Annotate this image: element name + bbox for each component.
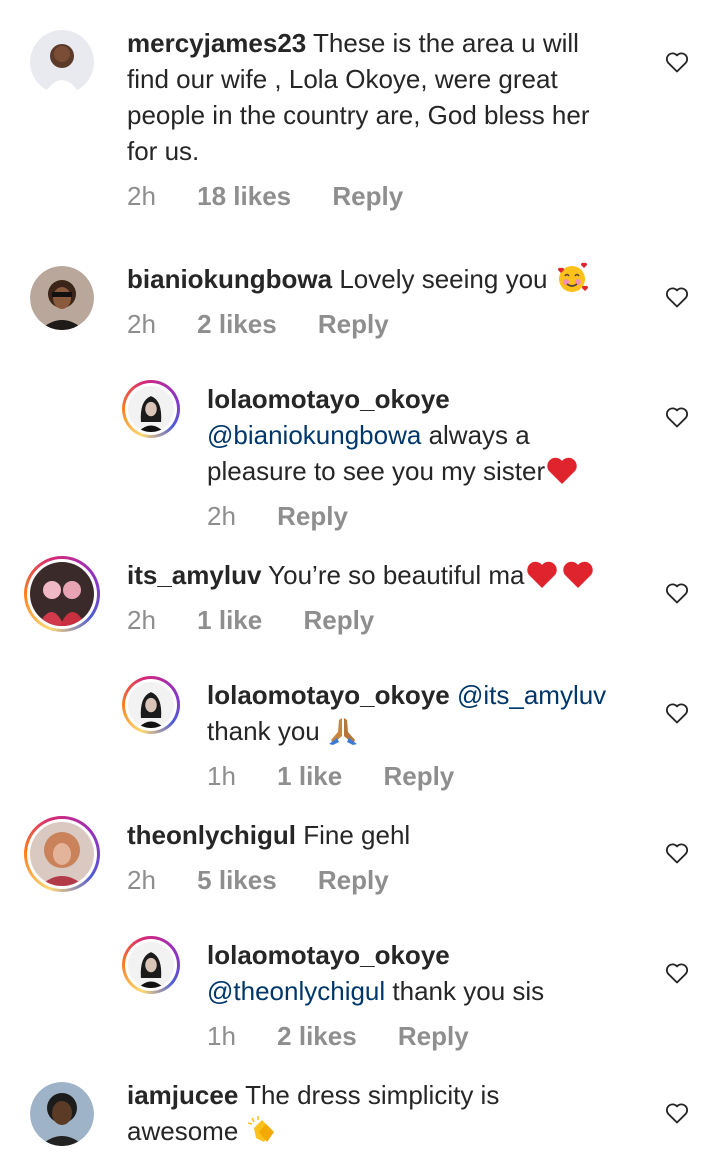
- comment-text: thank you: [207, 716, 320, 746]
- comment-body: theonlychigul Fine gehl: [127, 817, 647, 853]
- comment-likes[interactable]: 18 likes: [197, 181, 291, 211]
- comment-body: its_amyluv You’re so beautiful ma: [127, 557, 647, 599]
- comment-username[interactable]: iamjucee: [127, 1080, 238, 1110]
- avatar[interactable]: [24, 556, 100, 632]
- comment-text: Lovely seeing you: [339, 264, 548, 294]
- reply-button[interactable]: Reply: [303, 605, 374, 635]
- folded-hands-emoji: [327, 714, 359, 755]
- comment-meta: 2h 1 like Reply: [127, 605, 408, 636]
- avatar[interactable]: [122, 936, 180, 994]
- comment-time: 2h: [127, 605, 156, 635]
- avatar[interactable]: [24, 816, 100, 892]
- heart-outline-icon[interactable]: [665, 406, 689, 428]
- reply-button[interactable]: Reply: [277, 501, 348, 531]
- avatar[interactable]: [30, 266, 94, 330]
- comment-username[interactable]: its_amyluv: [127, 560, 261, 590]
- comment-body: lolaomotayo_okoye @its_amyluv thank you: [207, 677, 637, 755]
- comment-body: lolaomotayo_okoye @bianiokungbowa always…: [207, 381, 617, 495]
- comment-likes[interactable]: 1 like: [277, 761, 342, 791]
- comment-likes[interactable]: 1 like: [197, 605, 262, 635]
- comment-likes[interactable]: 2 likes: [277, 1021, 357, 1051]
- heart-outline-icon[interactable]: [665, 582, 689, 604]
- heart-outline-icon[interactable]: [665, 842, 689, 864]
- clapping-hands-emoji: [246, 1114, 280, 1155]
- comment-body: bianiokungbowa Lovely seeing you: [127, 261, 647, 303]
- reply-button[interactable]: Reply: [332, 181, 403, 211]
- avatar[interactable]: [30, 30, 94, 94]
- comment-body: lolaomotayo_okoye @theonlychigul thank y…: [207, 937, 637, 1009]
- heart-outline-icon[interactable]: [665, 286, 689, 308]
- avatar[interactable]: [122, 380, 180, 438]
- reply-button[interactable]: Reply: [398, 1021, 469, 1051]
- comment-username[interactable]: lolaomotayo_okoye: [207, 680, 450, 710]
- reply-button[interactable]: Reply: [318, 865, 389, 895]
- comment-text: Fine gehl: [303, 820, 411, 850]
- comment-time: 2h: [207, 501, 236, 531]
- comment-likes[interactable]: 2 likes: [197, 309, 277, 339]
- reply-button[interactable]: Reply: [383, 761, 454, 791]
- comment-body: mercyjames23 These is the area u will fi…: [127, 25, 627, 169]
- comment-username[interactable]: lolaomotayo_okoye: [207, 384, 450, 414]
- comment-username[interactable]: theonlychigul: [127, 820, 296, 850]
- mention-link[interactable]: @theonlychigul: [207, 976, 385, 1006]
- comment-time: 1h: [207, 761, 236, 791]
- comment-meta: 1h 1 like Reply: [207, 761, 488, 792]
- red-heart-emoji: [545, 456, 579, 495]
- reply-button[interactable]: Reply: [318, 309, 389, 339]
- comment-likes[interactable]: 5 likes: [197, 865, 277, 895]
- comment-meta: 2h 5 likes Reply: [127, 865, 423, 896]
- heart-outline-icon[interactable]: [665, 1102, 689, 1124]
- two-red-hearts-emoji: [525, 560, 597, 599]
- smiling-face-with-hearts-emoji: [555, 262, 589, 303]
- comment-username[interactable]: mercyjames23: [127, 28, 306, 58]
- comment-time: 2h: [127, 181, 156, 211]
- comment-time: 2h: [127, 865, 156, 895]
- heart-outline-icon[interactable]: [665, 702, 689, 724]
- comment-time: 2h: [127, 309, 156, 339]
- heart-outline-icon[interactable]: [665, 51, 689, 73]
- comment-meta: 2h Reply: [207, 501, 382, 532]
- avatar[interactable]: [122, 676, 180, 734]
- mention-link[interactable]: @its_amyluv: [457, 680, 606, 710]
- heart-outline-icon[interactable]: [665, 962, 689, 984]
- avatar[interactable]: [30, 1082, 94, 1146]
- comment-body: iamjucee The dress simplicity is awesome: [127, 1077, 597, 1155]
- comment-meta: 2h 18 likes Reply: [127, 181, 437, 212]
- comment-username[interactable]: bianiokungbowa: [127, 264, 332, 294]
- comment-meta: 2h 2 likes Reply: [127, 309, 423, 340]
- comment-time: 1h: [207, 1021, 236, 1051]
- comment-username[interactable]: lolaomotayo_okoye: [207, 940, 450, 970]
- comment-text: thank you sis: [392, 976, 545, 1006]
- comment-text: You’re so beautiful ma: [268, 560, 525, 590]
- comment-meta: 1h 2 likes Reply: [207, 1021, 503, 1052]
- mention-link[interactable]: @bianiokungbowa: [207, 420, 421, 450]
